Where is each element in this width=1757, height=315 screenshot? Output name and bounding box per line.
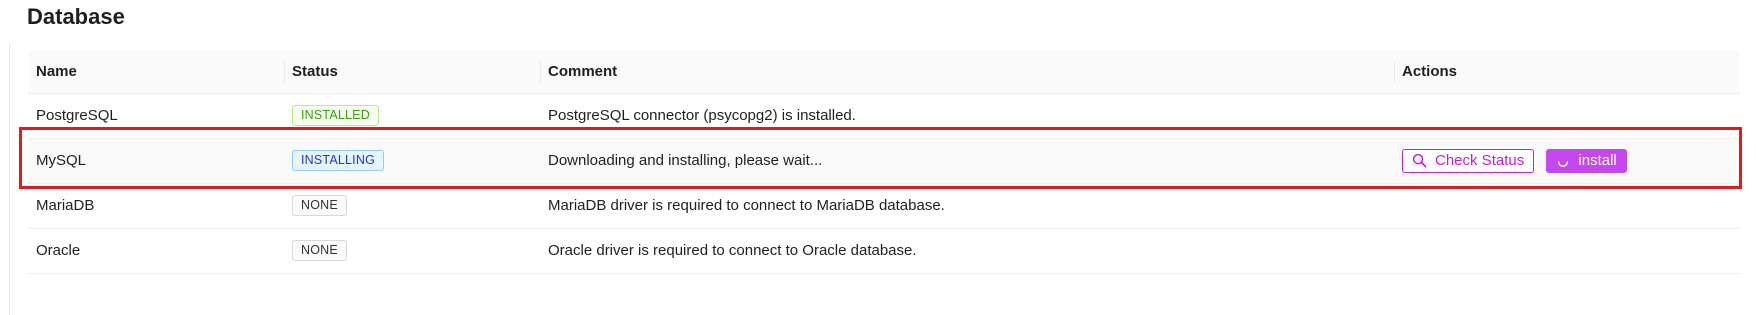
section-title: Database bbox=[27, 4, 125, 29]
db-name: MariaDB bbox=[28, 183, 284, 229]
actions-cell: Check Status install bbox=[1394, 138, 1740, 184]
table-row: MySQL INSTALLING Downloading and install… bbox=[28, 138, 1740, 184]
status-badge: NONE bbox=[292, 240, 347, 261]
actions-cell bbox=[1394, 228, 1740, 274]
search-icon bbox=[1412, 153, 1427, 168]
install-button[interactable]: install bbox=[1546, 148, 1627, 173]
check-status-button[interactable]: Check Status bbox=[1402, 148, 1535, 173]
header-row: Name Status Comment Actions bbox=[28, 50, 1740, 94]
column-header-status: Status bbox=[284, 50, 540, 94]
install-label: install bbox=[1578, 152, 1617, 169]
table-header: Name Status Comment Actions bbox=[28, 50, 1740, 94]
database-panel: Database Name Status Comment Actions Pos… bbox=[0, 0, 1757, 315]
column-header-actions: Actions bbox=[1394, 50, 1740, 94]
db-name: Oracle bbox=[28, 228, 284, 274]
loading-spinner-icon bbox=[1556, 154, 1570, 168]
status-badge: NONE bbox=[292, 195, 347, 216]
db-comment: Downloading and installing, please wait.… bbox=[540, 138, 1394, 184]
actions-cell bbox=[1394, 93, 1740, 139]
db-name: PostgreSQL bbox=[28, 93, 284, 139]
db-comment: PostgreSQL connector (psycopg2) is insta… bbox=[540, 93, 1394, 139]
column-header-comment: Comment bbox=[540, 50, 1394, 94]
db-comment: MariaDB driver is required to connect to… bbox=[540, 183, 1394, 229]
status-badge: INSTALLING bbox=[292, 150, 385, 171]
status-badge: INSTALLED bbox=[292, 105, 379, 126]
database-table: Name Status Comment Actions PostgreSQL I… bbox=[28, 50, 1740, 274]
table-row: PostgreSQL INSTALLED PostgreSQL connecto… bbox=[28, 93, 1740, 139]
table-row: Oracle NONE Oracle driver is required to… bbox=[28, 228, 1740, 274]
table-row: MariaDB NONE MariaDB driver is required … bbox=[28, 183, 1740, 229]
column-header-name: Name bbox=[28, 50, 284, 94]
left-divider bbox=[9, 44, 10, 315]
db-name: MySQL bbox=[28, 138, 284, 184]
db-comment: Oracle driver is required to connect to … bbox=[540, 228, 1394, 274]
actions-cell bbox=[1394, 183, 1740, 229]
check-status-label: Check Status bbox=[1435, 152, 1525, 169]
